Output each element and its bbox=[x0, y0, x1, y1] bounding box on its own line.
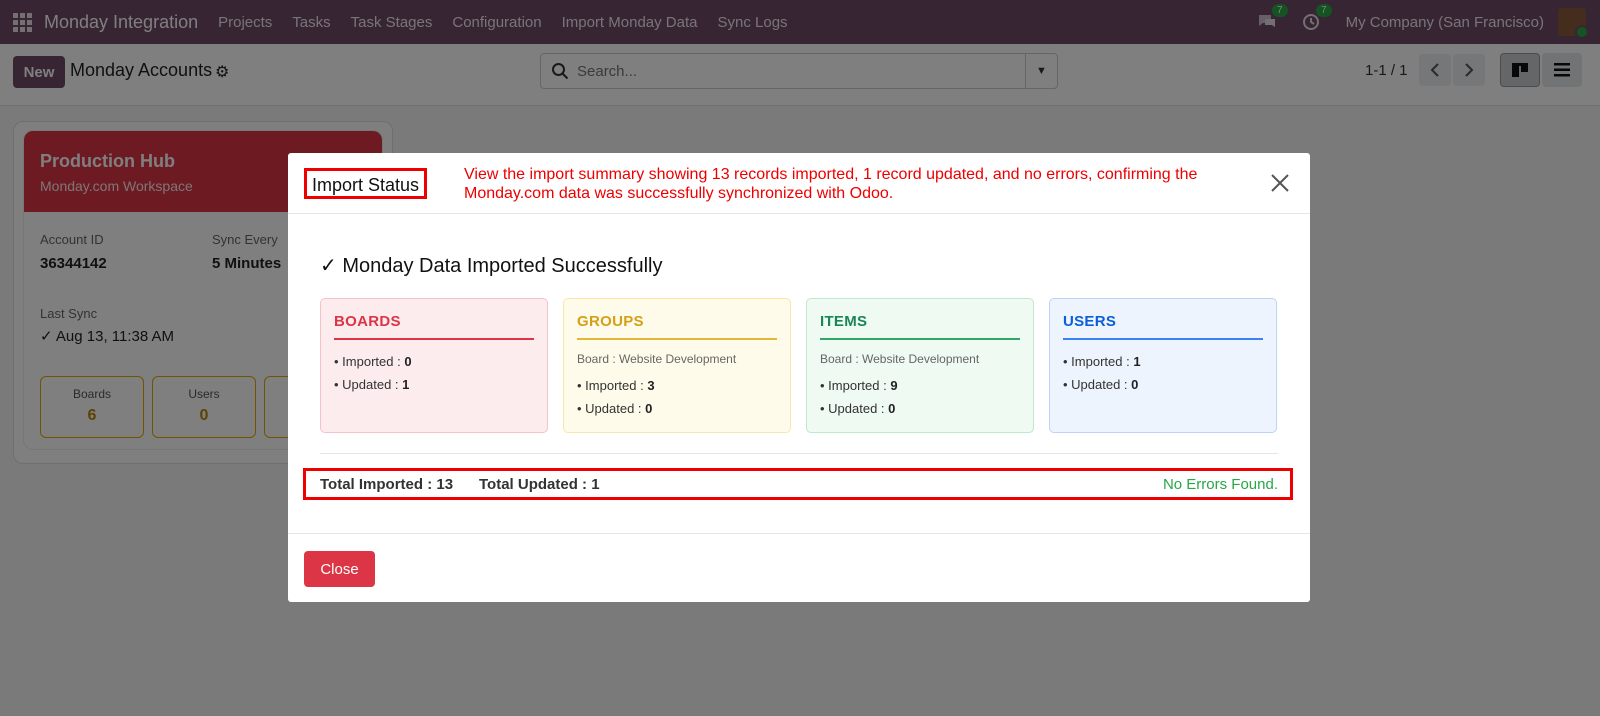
close-icon[interactable] bbox=[1268, 171, 1292, 195]
boards-summary-card: BOARDS • Imported : 0 • Updated : 1 bbox=[320, 298, 548, 433]
updated-line: • Updated : 0 bbox=[1063, 377, 1139, 392]
updated-line: • Updated : 1 bbox=[334, 377, 410, 392]
imported-value: 1 bbox=[1133, 354, 1141, 369]
updated-value: 0 bbox=[645, 401, 653, 416]
modal-header: Import Status View the import summary sh… bbox=[288, 153, 1310, 214]
card-title: USERS bbox=[1063, 313, 1263, 340]
annotation-text: View the import summary showing 13 recor… bbox=[464, 166, 1198, 202]
groups-summary-card: GROUPS Board : Website Development • Imp… bbox=[563, 298, 791, 433]
card-title: BOARDS bbox=[334, 313, 534, 340]
imported-value: 3 bbox=[647, 378, 655, 393]
card-subtitle: Board : Website Development bbox=[577, 352, 737, 366]
imported-line: • Imported : 1 bbox=[1063, 354, 1141, 369]
imported-line: • Imported : 3 bbox=[577, 378, 655, 393]
updated-line: • Updated : 0 bbox=[820, 401, 896, 416]
card-subtitle: Board : Website Development bbox=[820, 352, 980, 366]
updated-value: 1 bbox=[402, 377, 410, 392]
imported-line: • Imported : 0 bbox=[334, 354, 412, 369]
imported-line: • Imported : 9 bbox=[820, 378, 898, 393]
imported-value: 0 bbox=[404, 354, 412, 369]
users-summary-card: USERS • Imported : 1 • Updated : 0 bbox=[1049, 298, 1277, 433]
updated-line: • Updated : 0 bbox=[577, 401, 653, 416]
import-status-dialog: Import Status View the import summary sh… bbox=[288, 153, 1310, 602]
imported-value: 9 bbox=[890, 378, 898, 393]
divider bbox=[320, 453, 1278, 454]
items-summary-card: ITEMS Board : Website Development • Impo… bbox=[806, 298, 1034, 433]
modal-title: Import Status bbox=[304, 168, 428, 199]
total-imported: Total Imported : 13 bbox=[320, 476, 454, 493]
total-updated: Total Updated : 1 bbox=[479, 476, 600, 493]
updated-value: 0 bbox=[888, 401, 896, 416]
success-message: ✓ Monday Data Imported Successfully bbox=[320, 255, 663, 277]
updated-value: 0 bbox=[1131, 377, 1139, 392]
totals-row: Total Imported : 13 Total Updated : 1 No… bbox=[303, 468, 1293, 500]
close-button[interactable]: Close bbox=[304, 551, 375, 587]
card-title: ITEMS bbox=[820, 313, 1020, 340]
no-errors-status: No Errors Found. bbox=[1162, 476, 1278, 493]
card-title: GROUPS bbox=[577, 313, 777, 340]
modal-footer-divider bbox=[288, 533, 1310, 534]
